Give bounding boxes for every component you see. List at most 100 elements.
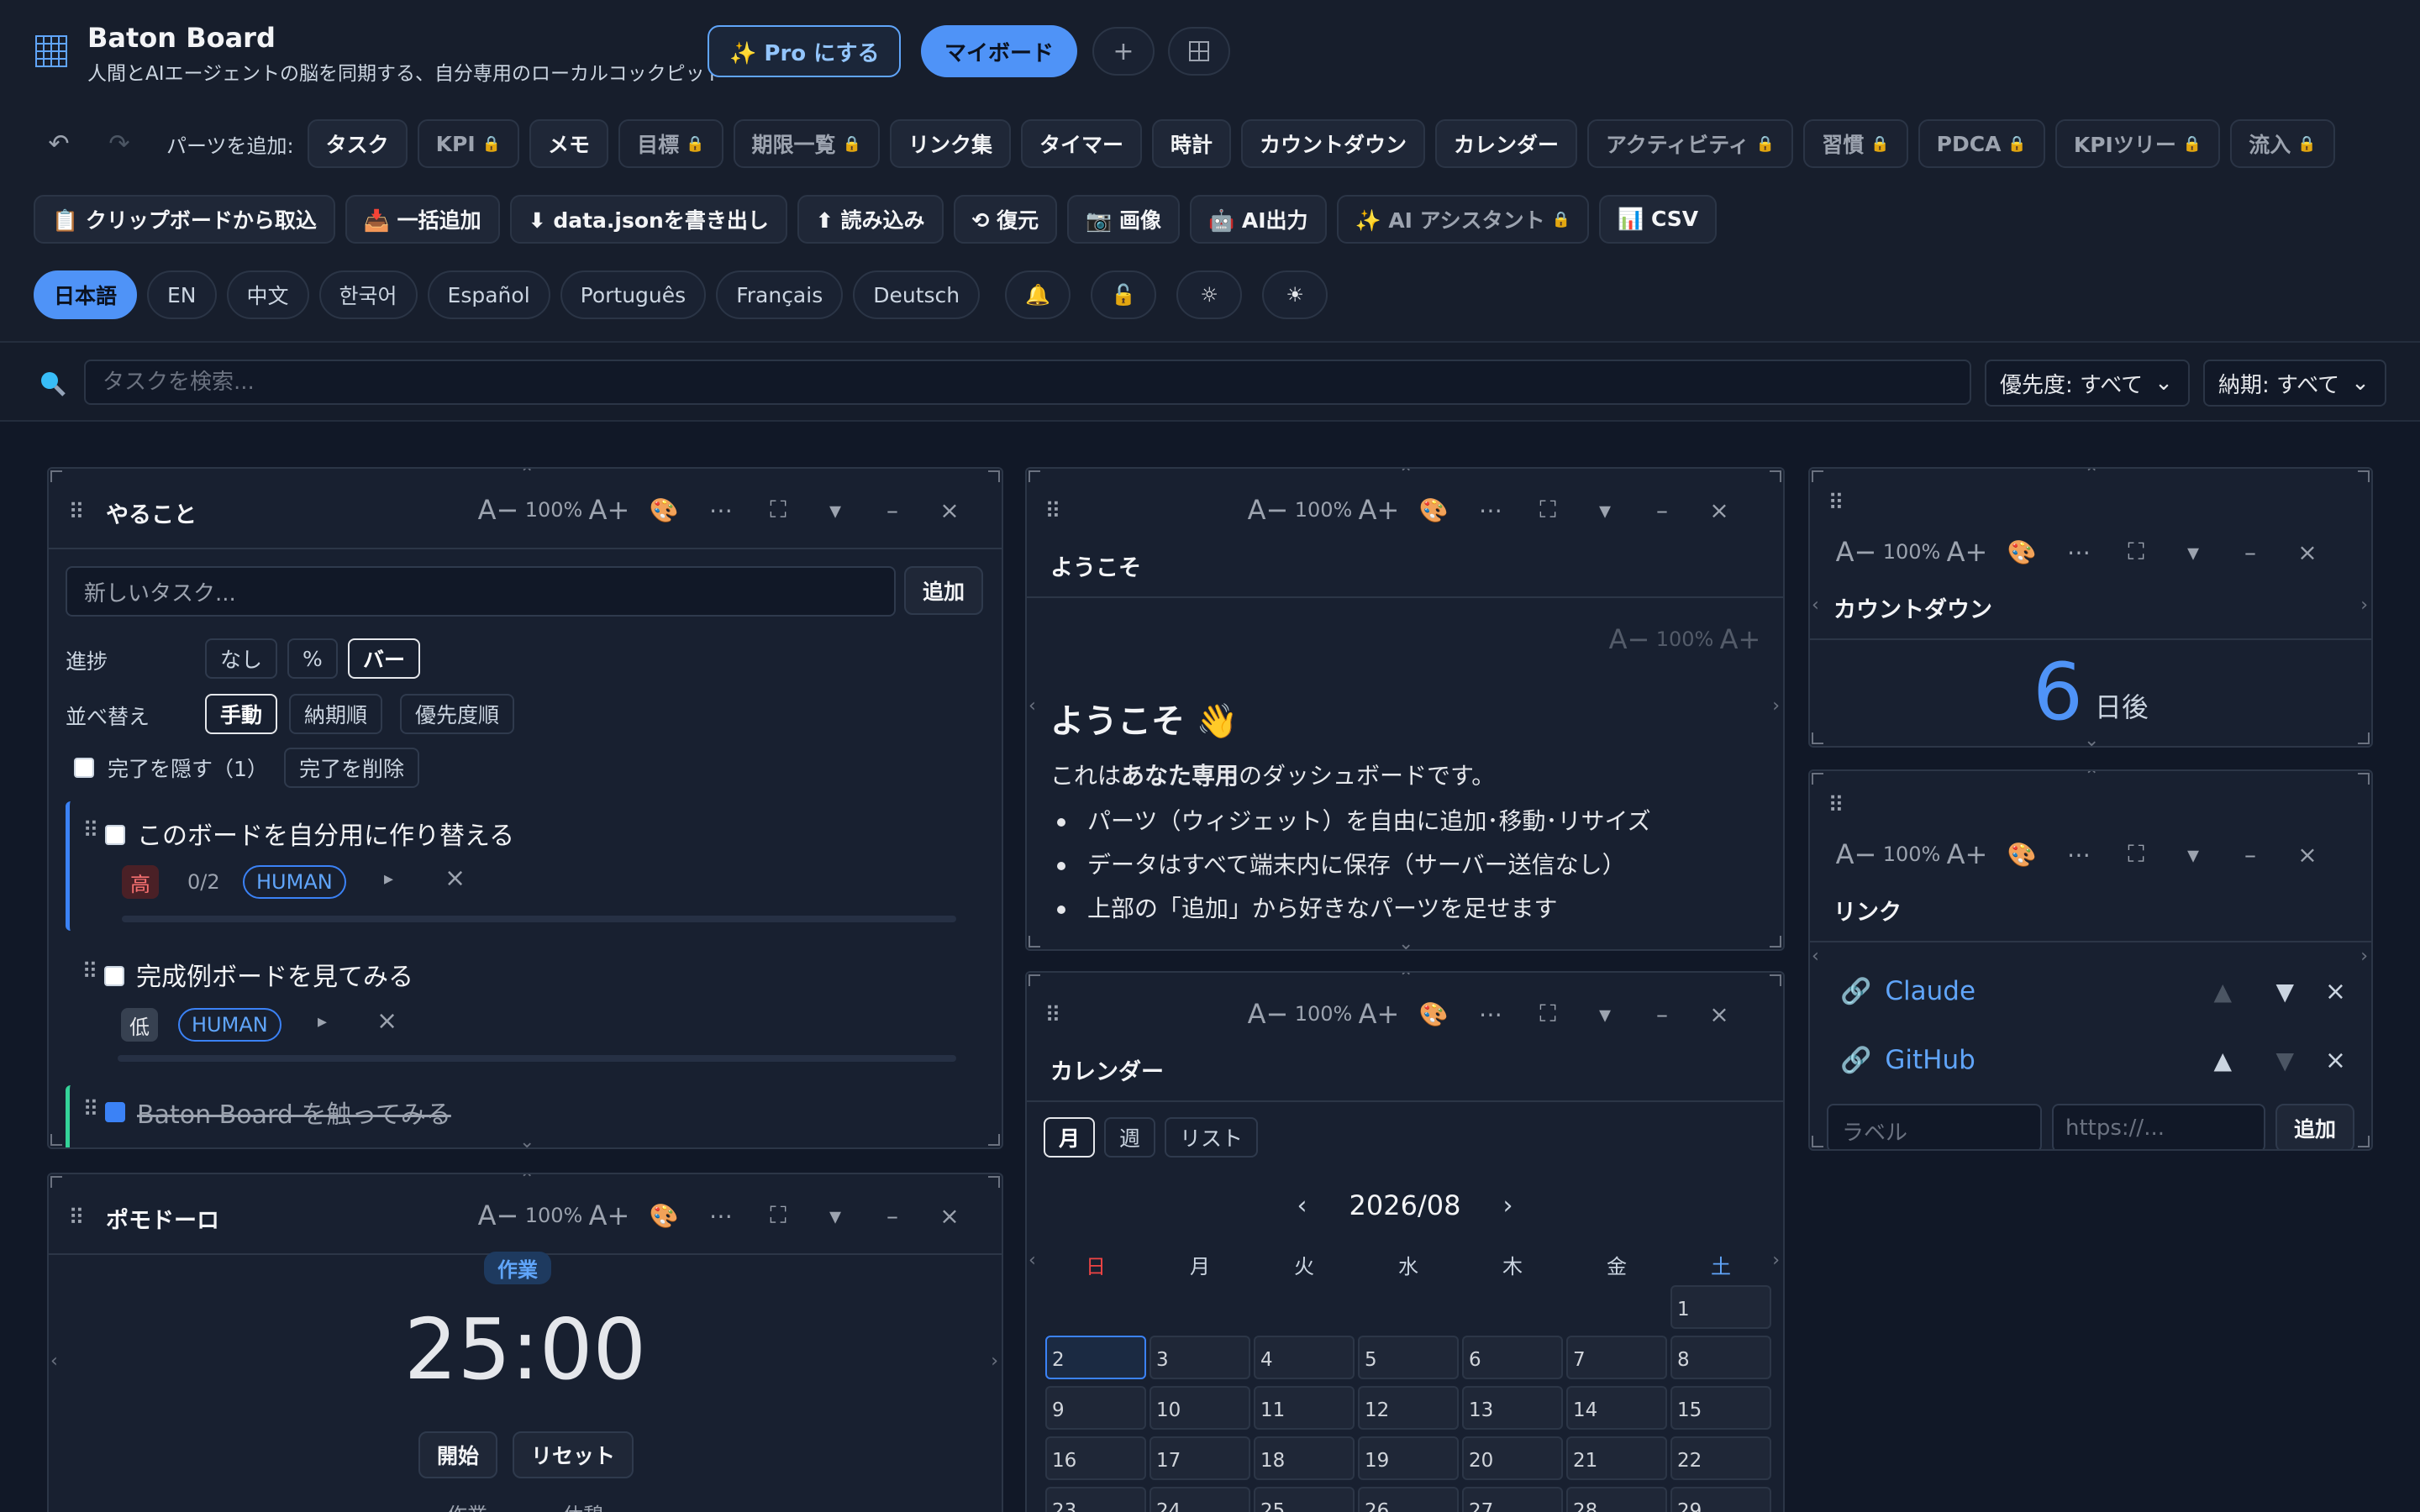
action-button-7[interactable]: ✨ AI アシスタント 🔒 xyxy=(1336,195,1590,244)
add-part-button-9[interactable]: カレンダー xyxy=(1435,119,1578,168)
font-decrease-button[interactable]: A− xyxy=(472,494,524,526)
more-options-icon[interactable]: ⋯ xyxy=(2050,841,2107,869)
action-button-6[interactable]: 🤖 AI出力 xyxy=(1190,195,1327,244)
expand-icon[interactable]: ▸ xyxy=(318,1011,327,1032)
collapse-icon[interactable]: ▾ xyxy=(2165,841,2222,869)
search-input[interactable] xyxy=(84,360,1971,405)
font-increase-button[interactable]: A+ xyxy=(1941,536,1993,568)
add-part-button-1[interactable]: KPI 🔒 xyxy=(417,119,520,168)
drag-handle-icon[interactable]: ⠿ xyxy=(79,959,101,984)
add-part-button-8[interactable]: カウントダウン xyxy=(1240,119,1425,168)
expand-icon[interactable]: ▸ xyxy=(384,869,393,890)
add-part-button-10[interactable]: アクティビティ 🔒 xyxy=(1587,119,1794,168)
drag-handle-icon[interactable]: ⠿ xyxy=(66,500,87,525)
drag-handle-icon[interactable]: ⠿ xyxy=(66,1205,87,1231)
link-item[interactable]: 🔗 Claude ▲ ▼ × xyxy=(1840,966,2346,1016)
priority-badge[interactable]: 高 xyxy=(122,865,159,899)
task-text[interactable]: このボードを自分用に作り替える xyxy=(137,815,514,852)
font-decrease-button[interactable]: A− xyxy=(1242,494,1294,526)
palette-icon[interactable]: 🎨 xyxy=(1405,1000,1462,1028)
next-month-button[interactable]: › xyxy=(1502,1191,1512,1221)
action-button-3[interactable]: ⬆ 読み込み xyxy=(797,195,944,244)
action-button-5[interactable]: 📷 画像 xyxy=(1067,195,1181,244)
action-button-0[interactable]: 📋 クリップボードから取込 xyxy=(34,195,335,244)
progress-option-1[interactable]: % xyxy=(287,638,338,679)
new-task-input[interactable]: 新しいタスク... xyxy=(66,566,896,617)
add-part-button-13[interactable]: KPIツリー 🔒 xyxy=(2054,119,2221,168)
drag-handle-icon[interactable]: ⠿ xyxy=(1825,793,1847,818)
language-option-6[interactable]: Français xyxy=(716,270,844,319)
minimize-icon[interactable]: – xyxy=(1634,1000,1691,1028)
action-button-4[interactable]: ⟲ 復元 xyxy=(953,195,1058,244)
link-label-input[interactable]: ラベル xyxy=(1827,1104,2042,1149)
language-option-0[interactable]: 日本語 xyxy=(34,270,138,319)
palette-icon[interactable]: 🎨 xyxy=(1993,841,2050,869)
calendar-day[interactable]: 11 xyxy=(1254,1386,1355,1430)
sort-option-0[interactable]: 手動 xyxy=(205,694,278,734)
sort-option-1[interactable]: 納期順 xyxy=(289,694,383,734)
pomodoro-start-button[interactable]: 開始 xyxy=(418,1431,498,1478)
fullscreen-icon[interactable]: ⛶ xyxy=(2107,538,2165,566)
task-checkbox[interactable] xyxy=(104,966,124,986)
calendar-day[interactable]: 8 xyxy=(1670,1336,1771,1379)
calendar-day[interactable]: 1 xyxy=(1670,1285,1771,1329)
calendar-day[interactable]: 9 xyxy=(1045,1386,1146,1430)
calendar-day[interactable]: 2 xyxy=(1045,1336,1146,1379)
font-increase-button[interactable]: A+ xyxy=(1714,623,1766,655)
font-decrease-button[interactable]: A− xyxy=(472,1200,524,1231)
remove-link-icon[interactable]: × xyxy=(2325,1046,2346,1075)
undo-button[interactable]: ↶ xyxy=(34,129,84,159)
board-grid-button[interactable] xyxy=(1168,27,1230,76)
delete-task-icon[interactable]: × xyxy=(376,1006,397,1036)
palette-icon[interactable]: 🎨 xyxy=(1405,496,1462,524)
calendar-day[interactable]: 14 xyxy=(1566,1386,1667,1430)
language-option-7[interactable]: Deutsch xyxy=(853,270,981,319)
move-up-icon[interactable]: ▲ xyxy=(2213,978,2232,1005)
hide-done-checkbox[interactable] xyxy=(74,758,94,778)
calendar-day[interactable]: 22 xyxy=(1670,1436,1771,1480)
font-increase-button[interactable]: A+ xyxy=(583,494,635,526)
close-icon[interactable]: × xyxy=(1691,496,1748,524)
calendar-day[interactable]: 15 xyxy=(1670,1386,1771,1430)
collapse-icon[interactable]: ▾ xyxy=(807,1202,864,1230)
add-part-button-12[interactable]: PDCA 🔒 xyxy=(1918,119,2045,168)
task-checkbox[interactable] xyxy=(105,825,125,845)
calendar-day[interactable]: 13 xyxy=(1462,1386,1563,1430)
language-option-4[interactable]: Español xyxy=(427,270,550,319)
close-icon[interactable]: × xyxy=(1691,1000,1748,1028)
font-decrease-button[interactable]: A− xyxy=(1603,623,1655,655)
calendar-day[interactable]: 27 xyxy=(1462,1487,1563,1512)
collapse-icon[interactable]: ▾ xyxy=(807,496,864,524)
calendar-day[interactable]: 23 xyxy=(1045,1487,1146,1512)
palette-icon[interactable]: 🎨 xyxy=(635,496,692,524)
calendar-day[interactable]: 16 xyxy=(1045,1436,1146,1480)
calendar-day[interactable]: 4 xyxy=(1254,1336,1355,1379)
minimize-icon[interactable]: – xyxy=(864,1202,921,1230)
pro-upgrade-button[interactable]: ✨ Pro にする xyxy=(708,25,902,77)
drag-handle-icon[interactable]: ⠿ xyxy=(80,1097,102,1122)
progress-option-0[interactable]: なし xyxy=(205,638,278,679)
calendar-day[interactable]: 7 xyxy=(1566,1336,1667,1379)
calendar-day[interactable]: 3 xyxy=(1150,1336,1250,1379)
owner-badge[interactable]: HUMAN xyxy=(243,865,346,899)
font-increase-button[interactable]: A+ xyxy=(583,1200,635,1231)
delete-done-button[interactable]: 完了を削除 xyxy=(284,748,420,788)
link-item[interactable]: 🔗 GitHub ▲ ▼ × xyxy=(1840,1035,2346,1085)
calendar-day[interactable]: 19 xyxy=(1358,1436,1459,1480)
add-board-button[interactable]: + xyxy=(1092,27,1155,76)
action-button-8[interactable]: 📊 CSV xyxy=(1599,195,1718,244)
font-decrease-button[interactable]: A− xyxy=(1242,998,1294,1030)
more-options-icon[interactable]: ⋯ xyxy=(692,1202,750,1230)
sort-option-2[interactable]: 優先度順 xyxy=(400,694,515,734)
collapse-icon[interactable]: ▾ xyxy=(1576,1000,1634,1028)
calendar-day[interactable]: 20 xyxy=(1462,1436,1563,1480)
unlock-icon[interactable]: 🔓 xyxy=(1091,270,1157,319)
drag-handle-icon[interactable]: ⠿ xyxy=(1042,499,1064,524)
font-increase-button[interactable]: A+ xyxy=(1353,998,1405,1030)
calendar-day[interactable]: 28 xyxy=(1566,1487,1667,1512)
calendar-view-2[interactable]: リスト xyxy=(1165,1117,1259,1158)
font-increase-button[interactable]: A+ xyxy=(1353,494,1405,526)
language-option-1[interactable]: EN xyxy=(147,270,217,319)
add-part-button-11[interactable]: 習慣 🔒 xyxy=(1803,119,1908,168)
fullscreen-icon[interactable]: ⛶ xyxy=(750,496,807,524)
